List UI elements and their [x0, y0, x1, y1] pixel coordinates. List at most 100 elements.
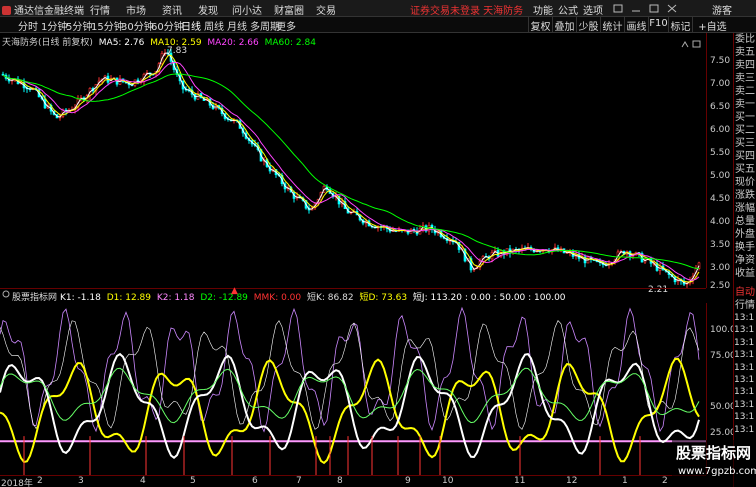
side-sell1: 卖一 — [735, 99, 755, 110]
indicator-header: 股票指标网 K1: -1.18 D1: 12.89 K2: 1.18 D2: -… — [0, 286, 706, 303]
menu-caifuquan[interactable]: 财富圈 — [274, 2, 304, 17]
tick-time: 13:1 — [734, 412, 755, 423]
date-label: 9 — [405, 476, 411, 486]
indicator-title[interactable]: 股票指标网 — [12, 290, 57, 303]
date-label: 8 — [337, 476, 343, 486]
panel-controls[interactable] — [680, 39, 704, 49]
watermark-title: 股票指标网 — [676, 444, 752, 462]
ma5-line — [2, 52, 700, 285]
price-tick: 2.50 — [710, 281, 731, 291]
fuquan-button[interactable]: 复权 — [528, 17, 552, 33]
date-label: 2 — [37, 476, 43, 486]
date-label: 4 — [140, 476, 146, 486]
menu-hangqing[interactable]: 行情 — [90, 2, 110, 17]
tick-time: 13:1 — [734, 387, 755, 398]
date-label-2018: 2018年 — [1, 479, 33, 487]
side-buy1: 买一 — [735, 112, 755, 123]
menu-shichang[interactable]: 市场 — [126, 2, 146, 17]
period-fenshi[interactable]: 分时 — [18, 18, 38, 33]
side-hangqing[interactable]: 行情 — [734, 299, 756, 312]
chart-toolbar: 分时 1分钟 5分钟 15分钟 30分钟 60分钟 日线 周线 月线 多周期 更… — [0, 17, 756, 33]
period-monthly[interactable]: 月线 — [227, 18, 247, 33]
date-label: 7 — [296, 476, 302, 486]
side-turnover: 换手 — [735, 242, 755, 253]
date-label: 2 — [662, 476, 668, 486]
price-tick: 6.00 — [710, 125, 731, 135]
date-axis: 2018年 2 3 4 5 6 7 8 9 10 11 12 1 2 — [0, 475, 706, 487]
date-label: 1 — [622, 476, 628, 486]
watermark-url: www.7gpzb.com — [678, 466, 756, 477]
period-5min[interactable]: 5分钟 — [66, 18, 92, 33]
period-60min[interactable]: 60分钟 — [151, 18, 184, 33]
price-axis: 7.50 7.00 6.50 6.00 5.50 5.00 4.50 4.00 … — [706, 33, 733, 291]
ma60-label: MA60: 2.84 — [264, 38, 316, 48]
menu-faxian[interactable]: 发现 — [198, 2, 218, 17]
price-tick: 3.50 — [710, 240, 731, 250]
login-notice[interactable]: 证券交易未登录 天海防务 — [410, 2, 523, 17]
add-watchlist-button[interactable]: +自选 — [692, 17, 732, 33]
stats-button[interactable]: 统计 — [600, 17, 624, 33]
menu-jiaoyi[interactable]: 交易 — [316, 2, 336, 17]
side-sell5: 卖五 — [735, 47, 755, 58]
ma20-line — [2, 62, 700, 281]
indicator-tick: 50.00 — [710, 402, 736, 412]
side-auto[interactable]: 自动 — [734, 286, 756, 299]
side-webi: 委比 — [735, 34, 755, 45]
side-nav: 净资 — [735, 255, 755, 266]
side-eps: 收益 — [735, 268, 755, 279]
period-more[interactable]: 更多 — [276, 18, 296, 33]
date-label: 5 — [190, 476, 196, 486]
indicator-tick: 100.0 — [710, 325, 736, 335]
price-tick: 5.00 — [710, 171, 731, 181]
window-controls — [613, 4, 677, 13]
date-label: 12 — [566, 476, 578, 486]
price-tick: 7.50 — [710, 56, 731, 66]
param-short-k: 短K: 86.82 — [307, 293, 354, 303]
side-buy4: 买四 — [735, 151, 755, 162]
indicator-gear-icon[interactable] — [2, 290, 10, 301]
tick-time: 13:1 — [734, 362, 755, 373]
param-short-j: 短J: 113.20 : 0.00 : 50.00 : 100.00 — [412, 293, 566, 303]
price-tick: 4.00 — [710, 217, 731, 227]
date-label: 10 — [442, 476, 454, 486]
period-15min[interactable]: 15分钟 — [91, 18, 124, 33]
period-daily[interactable]: 日线 — [181, 18, 201, 33]
shaogu-button[interactable]: 少股 — [576, 17, 600, 33]
candlestick-chart[interactable]: 天海防务(日线 前复权) MA5: 2.76 MA10: 2.59 MA20: … — [0, 33, 706, 295]
indicator-tick: 25.00 — [710, 428, 736, 438]
menu-wenxiaoda[interactable]: 问小达 — [232, 2, 262, 17]
menu-zixun[interactable]: 资讯 — [162, 2, 182, 17]
side-price: 现价 — [735, 177, 755, 188]
date-label: 11 — [514, 476, 526, 486]
price-tick: 7.00 — [710, 79, 731, 89]
candlestick-svg[interactable] — [0, 33, 706, 288]
param-short-d: 短D: 73.63 — [359, 293, 408, 303]
logo-icon — [2, 6, 11, 15]
mark-button[interactable]: 标记 — [668, 17, 692, 33]
watermark: 股票指标网 www.7gpzb.com — [672, 440, 756, 487]
draw-button[interactable]: 画线 — [624, 17, 648, 33]
menu-xuanxiang[interactable]: 选项 — [583, 2, 603, 17]
ma60-line — [2, 73, 700, 270]
guest-label[interactable]: 游客 — [712, 2, 732, 17]
indicator-tick: 75.00 — [710, 351, 736, 361]
period-1min[interactable]: 1分钟 — [41, 18, 67, 33]
period-weekly[interactable]: 周线 — [204, 18, 224, 33]
price-tick: 6.50 — [710, 102, 731, 112]
f10-button[interactable]: F10 — [648, 17, 668, 32]
period-30min[interactable]: 30分钟 — [121, 18, 154, 33]
menu-gongshi[interactable]: 公式 — [558, 2, 578, 17]
tick-time: 13:1 — [734, 399, 755, 410]
title-bar: 通达信金融终端 行情 市场 资讯 发现 问小达 财富圈 交易 证券交易未登录 天… — [0, 0, 756, 17]
menu-gongneng[interactable]: 功能 — [533, 2, 553, 17]
expand-icon — [692, 40, 701, 48]
side-buy5: 买五 — [735, 164, 755, 175]
overlay-button[interactable]: 叠加 — [552, 17, 576, 33]
indicator-chart[interactable] — [0, 303, 706, 475]
param-d1: D1: 12.89 — [106, 293, 152, 303]
indicator-svg[interactable] — [0, 303, 706, 475]
ma-legend: 天海防务(日线 前复权) MA5: 2.76 MA10: 2.59 MA20: … — [2, 35, 316, 48]
indicator-marker: ▲ — [231, 286, 238, 296]
side-outer: 外盘 — [735, 229, 755, 240]
tick-time: 13:1 — [734, 374, 755, 385]
